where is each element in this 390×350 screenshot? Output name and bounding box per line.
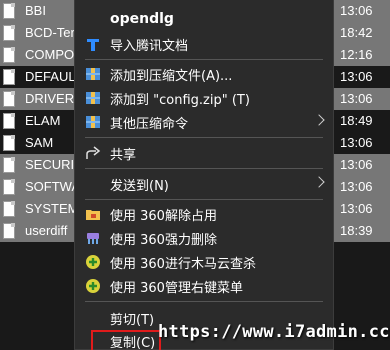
- folder-lock-icon: [86, 210, 100, 220]
- menu-item-label: 使用 360管理右键菜单: [110, 281, 243, 296]
- menu-item-opendlg[interactable]: opendlg: [75, 8, 333, 32]
- file-time: 13:06: [340, 91, 373, 106]
- menu-item-360-unlock[interactable]: 使用 360解除占用: [75, 202, 333, 226]
- copy-highlight-box: [91, 330, 161, 350]
- archive-icon: [86, 68, 100, 80]
- file-icon: [3, 223, 15, 239]
- menu-separator: [85, 59, 323, 60]
- tencent-docs-icon: [87, 39, 99, 51]
- menu-item-other-compress[interactable]: 其他压缩命令: [75, 110, 333, 134]
- file-name: BCD-Ter: [25, 25, 75, 40]
- menu-item-add-to-config-zip[interactable]: 添加到 "config.zip" (T): [75, 86, 333, 110]
- file-icon: [3, 3, 15, 19]
- menu-separator: [85, 168, 323, 169]
- menu-item-share[interactable]: 共享: [75, 141, 333, 165]
- chevron-right-icon: [313, 114, 325, 126]
- file-time: 18:42: [340, 25, 373, 40]
- share-icon: [86, 146, 101, 159]
- menu-item-label: 使用 360强力删除: [110, 233, 217, 248]
- file-icon: [3, 113, 15, 129]
- chevron-right-icon: [313, 176, 325, 188]
- menu-item-label: 使用 360解除占用: [110, 209, 217, 224]
- file-time: 18:39: [340, 223, 373, 238]
- menu-item-send-to[interactable]: 发送到(N): [75, 172, 333, 196]
- menu-item-label: 添加到压缩文件(A)...: [110, 69, 233, 84]
- file-name: COMPO: [25, 47, 75, 62]
- file-icon: [3, 25, 15, 41]
- archive-icon: [86, 116, 100, 128]
- file-time: 13:06: [340, 3, 373, 18]
- menu-item-label: 使用 360进行木马云查杀: [110, 257, 256, 272]
- file-icon: [3, 201, 15, 217]
- menu-item-label: 导入腾讯文档: [110, 39, 189, 54]
- file-name: userdiff: [25, 223, 68, 238]
- watermark: https://www.i7admin.cc: [158, 322, 390, 342]
- file-name: SYSTEM: [25, 201, 79, 216]
- menu-item-label: 剪切(T): [110, 313, 155, 328]
- menu-item-import-tencent-docs[interactable]: 导入腾讯文档: [75, 32, 333, 56]
- file-name: BBI: [25, 3, 46, 18]
- context-menu: opendlg 导入腾讯文档 添加到压缩文件(A)... 添加到 "config…: [74, 0, 334, 350]
- file-icon: [3, 179, 15, 195]
- file-icon: [3, 91, 15, 107]
- file-time: 13:06: [340, 179, 373, 194]
- file-icon: [3, 47, 15, 63]
- 360-logo-icon: [86, 255, 100, 269]
- file-name: SAM: [25, 135, 54, 150]
- shredder-icon: [87, 233, 99, 244]
- file-icon: [3, 69, 15, 85]
- menu-item-label: 其他压缩命令: [110, 117, 189, 132]
- menu-item-add-to-archive[interactable]: 添加到压缩文件(A)...: [75, 62, 333, 86]
- file-name: SOFTWA: [25, 179, 81, 194]
- file-time: 18:49: [340, 113, 373, 128]
- file-time: 12:16: [340, 47, 373, 62]
- menu-item-label: opendlg: [110, 11, 174, 27]
- file-name: DEFAUL: [25, 69, 76, 84]
- menu-item-360-force-delete[interactable]: 使用 360强力删除: [75, 226, 333, 250]
- menu-item-label: 添加到 "config.zip" (T): [110, 93, 250, 108]
- menu-item-label: 共享: [110, 148, 137, 163]
- file-time: 13:06: [340, 201, 373, 216]
- menu-separator: [85, 199, 323, 200]
- file-icon: [3, 135, 15, 151]
- file-time: 13:06: [340, 135, 373, 150]
- menu-separator: [85, 301, 323, 302]
- file-time: 13:06: [340, 157, 373, 172]
- menu-item-360-trojan-scan[interactable]: 使用 360进行木马云查杀: [75, 250, 333, 274]
- menu-item-360-manage-menu[interactable]: 使用 360管理右键菜单: [75, 274, 333, 298]
- 360-logo-icon: [86, 279, 100, 293]
- file-name: ELAM: [25, 113, 61, 128]
- menu-separator: [85, 137, 323, 138]
- file-icon: [3, 157, 15, 173]
- archive-icon: [86, 92, 100, 104]
- menu-item-label: 发送到(N): [110, 179, 169, 194]
- file-time: 13:06: [340, 69, 373, 84]
